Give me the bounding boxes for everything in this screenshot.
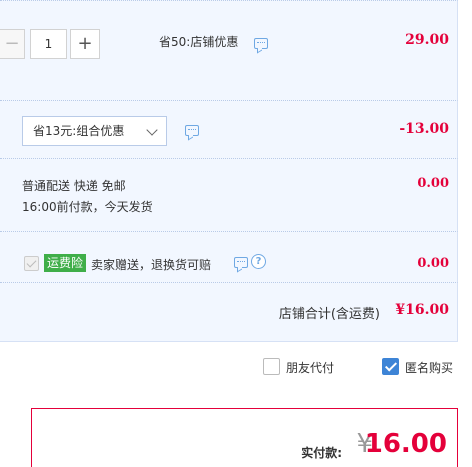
message-icon[interactable] [254,38,268,49]
shop-promo-text: 省50:店铺优惠 [159,35,239,49]
friend-pay-label[interactable]: 朋友代付 [286,359,334,376]
quantity-decrease-button[interactable]: − [0,29,25,59]
shipping-time-text: 16:00前付款，今天发货 [22,200,153,214]
insurance-text: 卖家赠送，退换货可赔 [91,258,212,272]
message-icon[interactable] [234,257,248,268]
item-amount: 29.00 [405,32,449,48]
quantity-increase-button[interactable]: + [70,29,100,59]
payment-total-amount: 16.00 [364,429,447,459]
order-options-row: 朋友代付 匿名购买 [0,342,472,394]
item-row: − 1 + 省50:店铺优惠 29.00 [0,0,458,101]
insurance-amount: 0.00 [417,256,449,271]
friend-pay-checkbox[interactable] [263,358,280,375]
shop-subtotal-label: 店铺合计(含运费) [278,307,380,322]
shipping-method-text: 普通配送 快递 免邮 [22,179,126,193]
payment-total-box: 实付款: ¥ 16.00 [31,408,458,467]
combo-discount-amount: -13.00 [399,121,449,137]
anonymous-purchase-label[interactable]: 匿名购买 [405,359,453,376]
shipping-row: 普通配送 快递 免邮 16:00前付款，今天发货 0.00 [0,159,458,232]
payment-total-label: 实付款: [301,446,342,460]
combo-discount-row: 省13元:组合优惠 -13.00 [0,101,458,159]
message-icon[interactable] [185,125,199,136]
shop-subtotal-amount: ¥16.00 [395,302,449,318]
shop-subtotal-row: 店铺合计(含运费) ¥16.00 [0,283,458,342]
anonymous-purchase-checkbox[interactable] [382,358,399,375]
shipping-amount: 0.00 [417,176,449,191]
insurance-row: 运费险 卖家赠送，退换货可赔 ? 0.00 [0,232,458,283]
help-icon[interactable]: ? [251,254,266,269]
insurance-checkbox [24,256,39,271]
quantity-input[interactable]: 1 [30,29,67,59]
combo-discount-select[interactable]: 省13元:组合优惠 [22,116,167,146]
combo-discount-select-value: 省13元:组合优惠 [33,124,125,138]
insurance-badge: 运费险 [44,254,87,272]
chevron-down-icon [146,124,158,136]
